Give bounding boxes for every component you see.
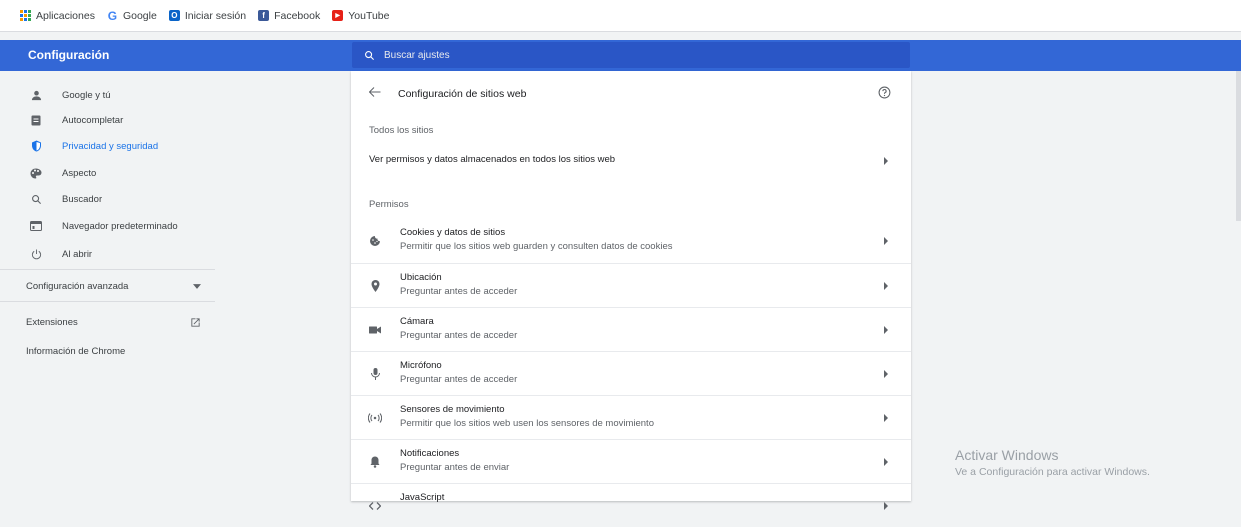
clipboard-icon xyxy=(30,114,42,126)
permission-subtitle: Permitir que los sitios web usen los sen… xyxy=(400,418,654,429)
sidebar-item-autofill[interactable]: Autocompletar xyxy=(0,109,215,131)
sidebar-item-on-startup[interactable]: Al abrir xyxy=(0,243,215,265)
permission-row-location[interactable]: Ubicación Preguntar antes de acceder xyxy=(351,263,911,307)
permissions-header: Permisos xyxy=(369,199,409,210)
all-sites-header: Todos los sitios xyxy=(369,125,434,136)
search-icon xyxy=(30,193,42,205)
permission-row-microphone[interactable]: Micrófono Preguntar antes de acceder xyxy=(351,351,911,395)
sidebar-item-privacy[interactable]: Privacidad y seguridad xyxy=(0,135,215,157)
sidebar: Google y tú Autocompletar Privacidad y s… xyxy=(0,71,215,501)
sidebar-item-label: Navegador predeterminado xyxy=(62,220,178,232)
facebook-icon: f xyxy=(258,10,270,21)
caret-down-icon xyxy=(193,284,201,289)
permission-row-javascript[interactable]: JavaScript xyxy=(351,483,911,527)
bookmark-label: Aplicaciones xyxy=(36,9,95,22)
permission-row-notifications[interactable]: Notificaciones Preguntar antes de enviar xyxy=(351,439,911,483)
bookmark-apps[interactable]: Aplicaciones xyxy=(20,10,95,22)
extensions-link[interactable]: Extensiones xyxy=(26,317,201,328)
permission-subtitle: Preguntar antes de enviar xyxy=(400,462,510,473)
chevron-right-icon xyxy=(884,237,888,245)
help-icon[interactable] xyxy=(878,86,891,99)
bookmark-label: Iniciar sesión xyxy=(184,9,247,22)
camera-icon xyxy=(368,323,382,337)
permission-subtitle: Preguntar antes de acceder xyxy=(400,330,518,341)
permission-subtitle: Permitir que los sitios web guarden y co… xyxy=(400,241,673,252)
advanced-settings-toggle[interactable]: Configuración avanzada xyxy=(26,281,201,292)
chevron-right-icon xyxy=(884,370,888,378)
advanced-label: Configuración avanzada xyxy=(26,281,129,292)
person-icon xyxy=(30,89,42,101)
microphone-icon xyxy=(368,367,382,381)
permission-subtitle: Preguntar antes de acceder xyxy=(400,286,518,297)
sidebar-item-search-engine[interactable]: Buscador xyxy=(0,188,215,210)
permission-title: Micrófono xyxy=(400,360,442,371)
open-in-new-icon xyxy=(191,318,200,327)
sidebar-item-label: Al abrir xyxy=(62,248,93,260)
apps-grid-icon xyxy=(20,10,31,21)
youtube-icon: ▶ xyxy=(332,10,344,21)
permission-title: Notificaciones xyxy=(400,448,460,459)
sidebar-item-label: Buscador xyxy=(62,193,103,205)
location-pin-icon xyxy=(368,279,382,293)
chevron-right-icon xyxy=(884,414,888,422)
bookmarks-bar: Aplicaciones G Google O Iniciar sesión f… xyxy=(0,0,1241,32)
permission-row-motion-sensors[interactable]: Sensores de movimiento Permitir que los … xyxy=(351,395,911,439)
chevron-right-icon xyxy=(884,157,888,165)
bookmark-label: Google xyxy=(122,9,157,22)
about-chrome-link[interactable]: Información de Chrome xyxy=(26,346,125,357)
bookmark-google[interactable]: G Google xyxy=(107,8,157,23)
chevron-right-icon xyxy=(884,326,888,334)
bookmark-label: YouTube xyxy=(348,9,390,22)
sidebar-item-label: Privacidad y seguridad xyxy=(62,140,159,152)
bookmark-label: Facebook xyxy=(274,9,321,22)
bookmark-outlook[interactable]: O Iniciar sesión xyxy=(168,9,247,22)
sidebar-item-label: Autocompletar xyxy=(62,114,124,126)
bell-icon xyxy=(368,455,382,469)
sidebar-item-google[interactable]: Google y tú xyxy=(0,84,215,106)
permission-title: Sensores de movimiento xyxy=(400,404,505,415)
motion-sensor-icon xyxy=(368,411,382,425)
permission-row-cookies[interactable]: Cookies y datos de sitios Permitir que l… xyxy=(351,219,911,263)
cookie-icon xyxy=(368,234,382,248)
sidebar-item-default-browser[interactable]: Navegador predeterminado xyxy=(0,215,215,237)
windows-activation-watermark: Activar Windows Ve a Configuración para … xyxy=(955,447,1150,478)
site-settings-card: Configuración de sitios web Todos los si… xyxy=(351,71,911,510)
chevron-right-icon xyxy=(884,502,888,510)
sidebar-item-label: Aspecto xyxy=(62,167,97,179)
scrollbar[interactable] xyxy=(1236,71,1241,221)
chevron-right-icon xyxy=(884,458,888,466)
chevron-right-icon xyxy=(884,282,888,290)
outlook-icon: O xyxy=(168,10,180,21)
search-icon xyxy=(365,50,375,60)
all-sites-link[interactable]: Ver permisos y datos almacenados en todo… xyxy=(351,142,911,176)
permission-title: Ubicación xyxy=(400,272,442,283)
all-sites-link-label: Ver permisos y datos almacenados en todo… xyxy=(369,154,616,165)
permission-title: Cookies y datos de sitios xyxy=(400,227,506,238)
power-icon xyxy=(30,248,42,260)
back-arrow-icon[interactable] xyxy=(369,87,381,97)
shield-icon xyxy=(30,140,42,152)
permission-subtitle: Preguntar antes de acceder xyxy=(400,374,518,385)
sidebar-item-label: Google y tú xyxy=(62,89,111,101)
palette-icon xyxy=(30,167,42,179)
permission-row-camera[interactable]: Cámara Preguntar antes de acceder xyxy=(351,307,911,351)
search-input[interactable] xyxy=(384,49,784,61)
code-icon xyxy=(368,499,382,513)
divider xyxy=(0,269,215,270)
search-box[interactable] xyxy=(352,42,910,68)
page-title: Configuración xyxy=(28,48,110,62)
bookmark-youtube[interactable]: ▶ YouTube xyxy=(332,10,389,22)
extensions-label: Extensiones xyxy=(26,317,78,328)
permission-title: Cámara xyxy=(400,316,434,327)
watermark-subtitle: Ve a Configuración para activar Windows. xyxy=(955,466,1150,478)
watermark-title: Activar Windows xyxy=(955,447,1059,463)
permission-title: JavaScript xyxy=(400,492,445,503)
google-icon: G xyxy=(107,8,118,23)
browser-icon xyxy=(30,220,42,232)
site-settings-title: Configuración de sitios web xyxy=(398,88,527,100)
bookmark-facebook[interactable]: f Facebook xyxy=(258,10,320,22)
divider xyxy=(0,301,215,302)
sidebar-item-appearance[interactable]: Aspecto xyxy=(0,162,215,184)
